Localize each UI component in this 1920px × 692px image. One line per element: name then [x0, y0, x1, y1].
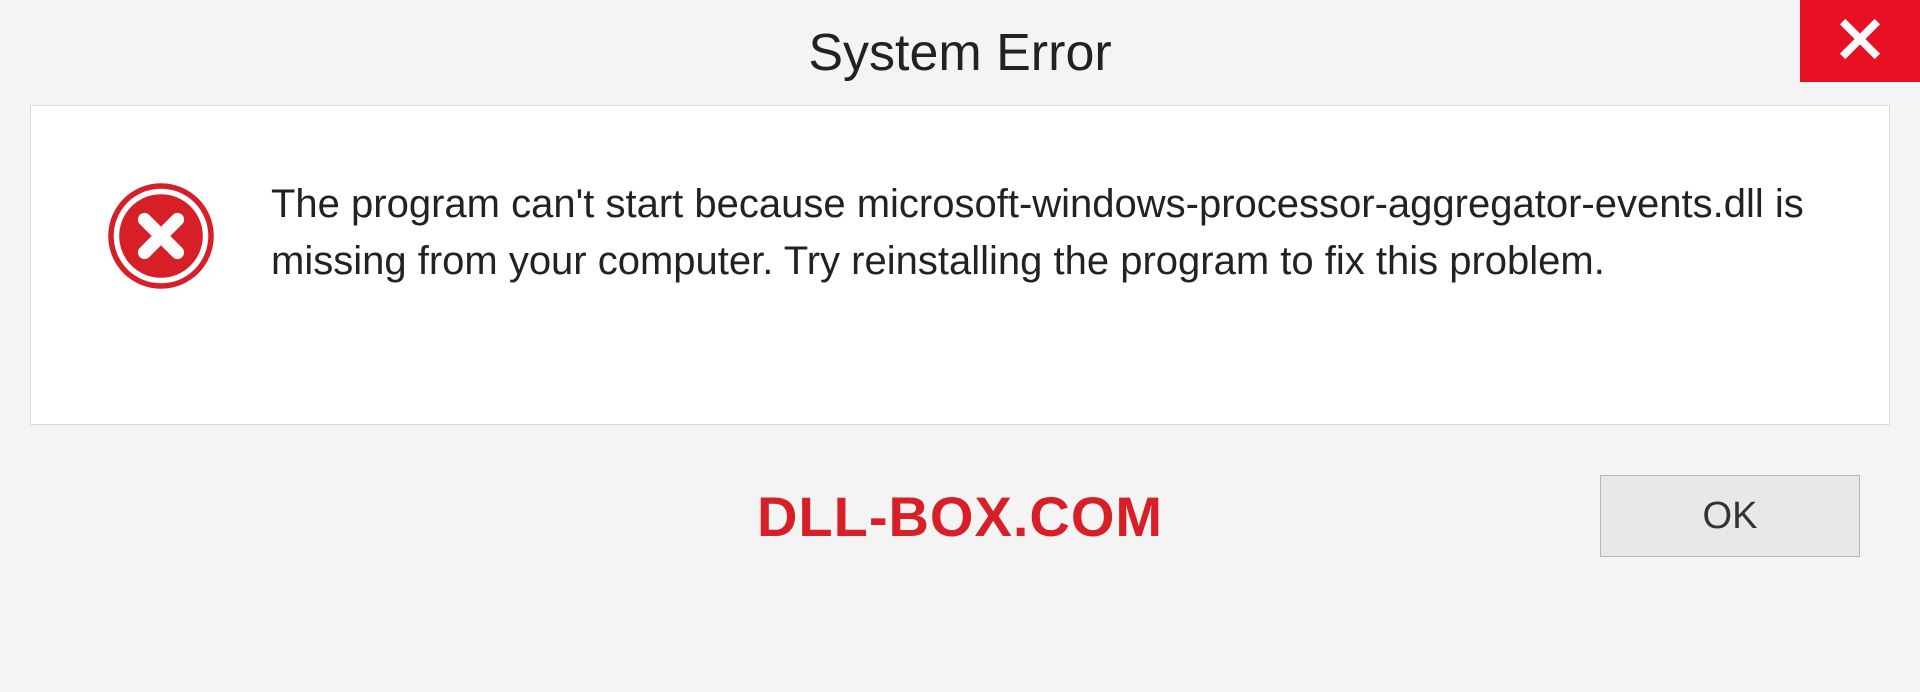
close-button[interactable]	[1800, 0, 1920, 82]
close-icon	[1838, 17, 1882, 66]
error-dialog: System Error The program can't start bec…	[0, 0, 1920, 692]
ok-button[interactable]: OK	[1600, 475, 1860, 557]
titlebar: System Error	[0, 0, 1920, 105]
error-message: The program can't start because microsof…	[271, 176, 1829, 290]
content-area: The program can't start because microsof…	[30, 105, 1890, 425]
footer: DLL-BOX.COM OK	[0, 425, 1920, 597]
error-icon	[106, 181, 216, 291]
watermark-text: DLL-BOX.COM	[757, 484, 1163, 549]
dialog-title: System Error	[808, 23, 1111, 83]
